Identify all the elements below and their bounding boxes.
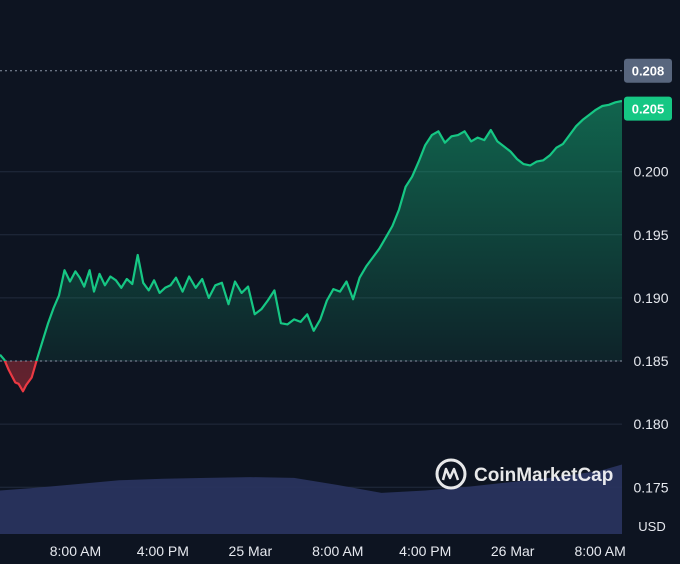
y-tick-label: 0.175 bbox=[633, 479, 668, 495]
x-axis-ticks: 8:00 AM 4:00 PM 25 Mar 8:00 AM 4:00 PM 26 Mar… bbox=[50, 543, 626, 559]
x-tick-label: 26 Mar bbox=[491, 543, 535, 559]
y-tick-label: 0.190 bbox=[633, 290, 668, 306]
y-axis-ticks: 0.175 0.180 0.185 0.190 0.195 0.200 bbox=[633, 164, 668, 496]
current-price-badge: 0.205 bbox=[624, 96, 672, 121]
y-tick-label: 0.200 bbox=[633, 164, 668, 180]
current-price-label: 0.205 bbox=[632, 102, 665, 117]
x-tick-label: 8:00 AM bbox=[574, 543, 625, 559]
x-tick-label: 4:00 PM bbox=[137, 543, 189, 559]
high-price-badge: 0.208 bbox=[624, 58, 672, 83]
x-tick-label: 8:00 AM bbox=[50, 543, 101, 559]
watermark-text: CoinMarketCap bbox=[474, 465, 613, 486]
x-tick-label: 25 Mar bbox=[229, 543, 273, 559]
coinmarketcap-watermark: CoinMarketCap bbox=[435, 458, 613, 490]
high-price-label: 0.208 bbox=[632, 64, 665, 79]
y-tick-label: 0.180 bbox=[633, 416, 668, 432]
y-tick-label: 0.195 bbox=[633, 227, 668, 243]
area-fill-above-baseline bbox=[0, 101, 622, 362]
price-chart: 0.175 0.180 0.185 0.190 0.195 0.200 8:00 AM 4:… bbox=[0, 58, 672, 559]
x-tick-label: 4:00 PM bbox=[399, 543, 451, 559]
y-tick-label: 0.185 bbox=[633, 353, 668, 369]
x-tick-label: 8:00 AM bbox=[312, 543, 363, 559]
coinmarketcap-logo-icon bbox=[435, 458, 467, 490]
currency-unit-label: USD bbox=[638, 519, 665, 534]
